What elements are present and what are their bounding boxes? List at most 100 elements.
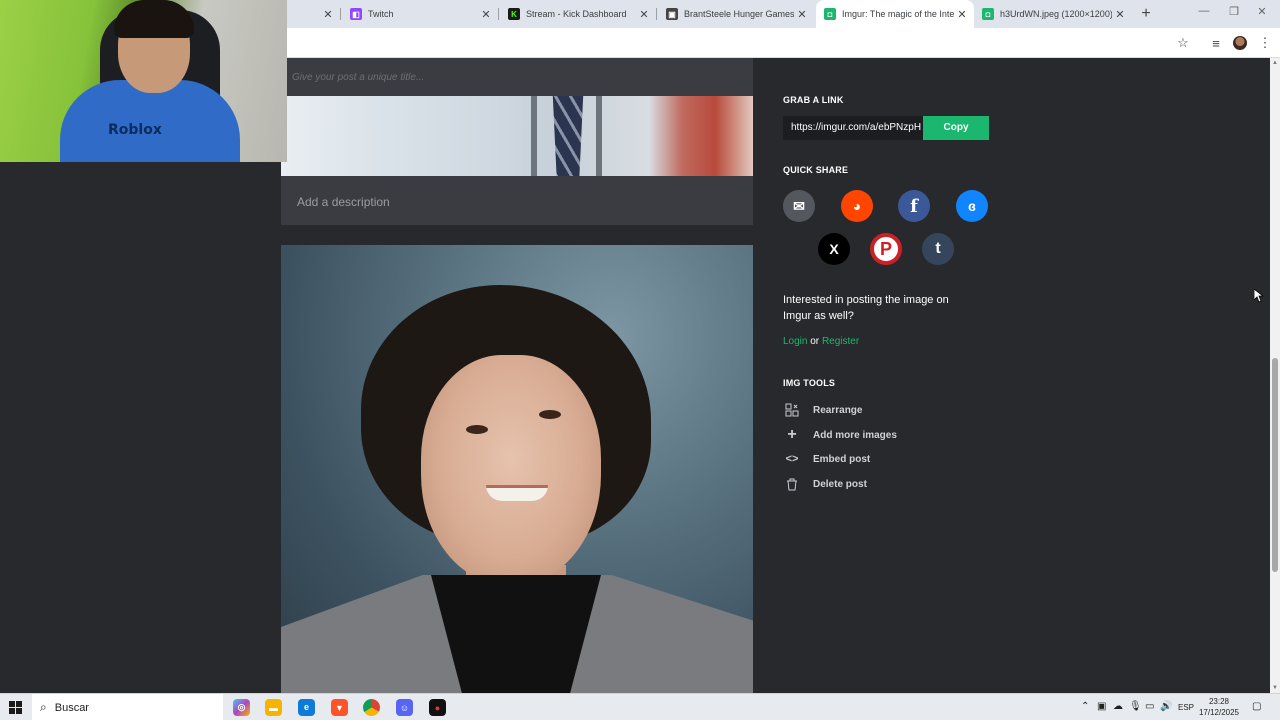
tab-title: Stream - Kick Dashboard <box>526 9 627 19</box>
app-icon[interactable]: ● <box>429 699 446 716</box>
register-link[interactable]: Register <box>822 336 859 347</box>
tab-imgur[interactable]: ◘ Imgur: The magic of the Interne ✕ <box>816 0 974 28</box>
embed-post-button[interactable]: <> Embed post <box>783 450 871 468</box>
search-icon: ⌕ <box>40 700 47 714</box>
windows-start-icon[interactable] <box>9 701 22 714</box>
tool-label: Rearrange <box>813 404 863 416</box>
close-icon[interactable]: ✕ <box>478 8 494 21</box>
trash-icon <box>783 475 801 493</box>
tab-separator <box>498 8 499 20</box>
close-icon[interactable]: ✕ <box>1112 8 1128 21</box>
or-text: or <box>810 336 820 347</box>
image-detail <box>531 96 537 176</box>
close-icon[interactable]: ✕ <box>954 8 970 21</box>
profile-avatar[interactable] <box>1231 34 1249 52</box>
tab-kick[interactable]: K Stream - Kick Dashboard ✕ <box>500 0 656 28</box>
post-image-2 <box>281 245 753 693</box>
windows-taskbar: ⌕ Buscar ◎ ▬ e ▼ ☺ ● ⌃ ▣ ☁ 🎙 ▭ 🔊 ESP 23:… <box>0 693 1280 720</box>
image-detail <box>539 410 561 419</box>
delete-post-button[interactable]: Delete post <box>783 475 867 493</box>
add-more-images-button[interactable]: + Add more images <box>783 426 897 444</box>
tab-title: BrantSteele Hunger Games Sim <box>684 9 794 19</box>
reddit-icon[interactable]: ◕ <box>841 190 873 222</box>
tray-app-icon[interactable]: ▣ <box>1097 701 1106 712</box>
twitch-icon: ◧ <box>350 8 362 20</box>
description-input[interactable]: Add a description <box>297 195 390 209</box>
share-link-input[interactable]: https://imgur.com/a/ebPNzpH <box>783 116 923 140</box>
post-card: Give your post a unique title... Add a d… <box>281 58 753 225</box>
page-scrollbar[interactable]: ▲ ▼ <box>1270 58 1280 693</box>
brantsteele-icon: ▣ <box>666 8 678 20</box>
microphone-icon[interactable]: 🎙 <box>1129 701 1142 712</box>
scroll-down-icon[interactable]: ▼ <box>1270 683 1280 693</box>
tab-title: Imgur: The magic of the Interne <box>842 9 954 19</box>
code-icon: <> <box>785 453 799 465</box>
discord-icon[interactable]: ☺ <box>396 699 413 716</box>
kebab-menu-icon[interactable]: ⋮ <box>1256 34 1274 52</box>
close-window-button[interactable]: ✕ <box>1252 5 1272 18</box>
chrome-icon[interactable] <box>363 699 380 716</box>
imgur-icon: ◘ <box>824 8 836 20</box>
date: 17/12/2025 <box>1198 708 1240 717</box>
edge-icon[interactable]: e <box>298 699 315 716</box>
bluesky-icon[interactable]: ɞ <box>956 190 988 222</box>
scroll-up-icon[interactable]: ▲ <box>1270 58 1280 68</box>
cloud-icon[interactable]: ☁ <box>1113 701 1123 712</box>
pinterest-icon[interactable]: P <box>870 233 902 265</box>
taskbar-search[interactable]: ⌕ Buscar <box>32 694 223 720</box>
clock[interactable]: 23:28 17/12/2025 <box>1198 696 1240 718</box>
tool-label: Delete post <box>813 478 867 490</box>
tool-label: Add more images <box>813 429 897 441</box>
file-explorer-icon[interactable]: ▬ <box>265 699 282 716</box>
minimize-button[interactable]: — <box>1194 5 1214 17</box>
grab-link-heading: GRAB A LINK <box>783 95 844 105</box>
media-control-icon[interactable]: ≡ <box>1207 34 1225 52</box>
post-title-input[interactable]: Give your post a unique title... <box>292 72 424 83</box>
facebook-icon[interactable]: f <box>898 190 930 222</box>
scrollbar-thumb[interactable] <box>1272 358 1278 572</box>
search-label: Buscar <box>54 701 89 714</box>
tumblr-icon[interactable]: t <box>922 233 954 265</box>
auth-links: Login or Register <box>783 336 859 347</box>
new-tab-button[interactable]: + <box>1136 4 1156 24</box>
tab-brantsteele[interactable]: ▣ BrantSteele Hunger Games Sim ✕ <box>658 0 814 28</box>
image-detail <box>114 0 194 38</box>
brave-icon[interactable]: ▼ <box>331 699 348 716</box>
copilot-icon[interactable]: ◎ <box>233 699 250 716</box>
image-detail <box>466 425 488 434</box>
tab-image-file[interactable]: ◘ h3UrdWN.jpeg (1200×1200) ✕ <box>974 0 1132 28</box>
post-image-1 <box>281 96 753 176</box>
copy-button[interactable]: Copy <box>923 116 989 140</box>
tab-title: h3UrdWN.jpeg (1200×1200) <box>1000 9 1112 19</box>
x-icon[interactable]: X <box>818 233 850 265</box>
star-icon[interactable]: ☆ <box>1174 34 1192 52</box>
avatar <box>1233 36 1247 50</box>
volume-icon[interactable]: 🔊 <box>1160 701 1172 712</box>
shirt-logo: Roblox <box>108 122 162 138</box>
tab-twitch[interactable]: ◧ Twitch ✕ <box>342 0 498 28</box>
rearrange-button[interactable]: Rearrange <box>783 401 862 419</box>
language-indicator[interactable]: ESP <box>1178 703 1194 712</box>
email-icon[interactable]: ✉ <box>783 190 815 222</box>
rearrange-icon <box>783 401 801 419</box>
kick-icon: K <box>508 8 520 20</box>
imgur-icon: ◘ <box>982 8 994 20</box>
close-icon[interactable]: ✕ <box>320 8 336 21</box>
chevron-up-icon[interactable]: ⌃ <box>1081 701 1089 712</box>
close-icon[interactable]: ✕ <box>794 8 810 21</box>
login-link[interactable]: Login <box>783 336 807 347</box>
image-detail <box>421 355 601 585</box>
image-detail <box>596 96 602 176</box>
img-tools-heading: IMG TOOLS <box>783 378 836 388</box>
tab-separator <box>656 8 657 20</box>
network-icon[interactable]: ▭ <box>1145 701 1154 712</box>
interested-text: Interested in posting the image on Imgur… <box>783 294 949 322</box>
notifications-icon[interactable]: ▢ <box>1252 701 1261 712</box>
tab-title: Twitch <box>368 9 394 19</box>
tab-separator <box>340 8 341 20</box>
plus-icon: + <box>787 426 797 443</box>
image-detail <box>486 485 548 501</box>
maximize-button[interactable]: ❐ <box>1224 5 1244 18</box>
close-icon[interactable]: ✕ <box>636 8 652 21</box>
time: 23:28 <box>1208 697 1230 706</box>
